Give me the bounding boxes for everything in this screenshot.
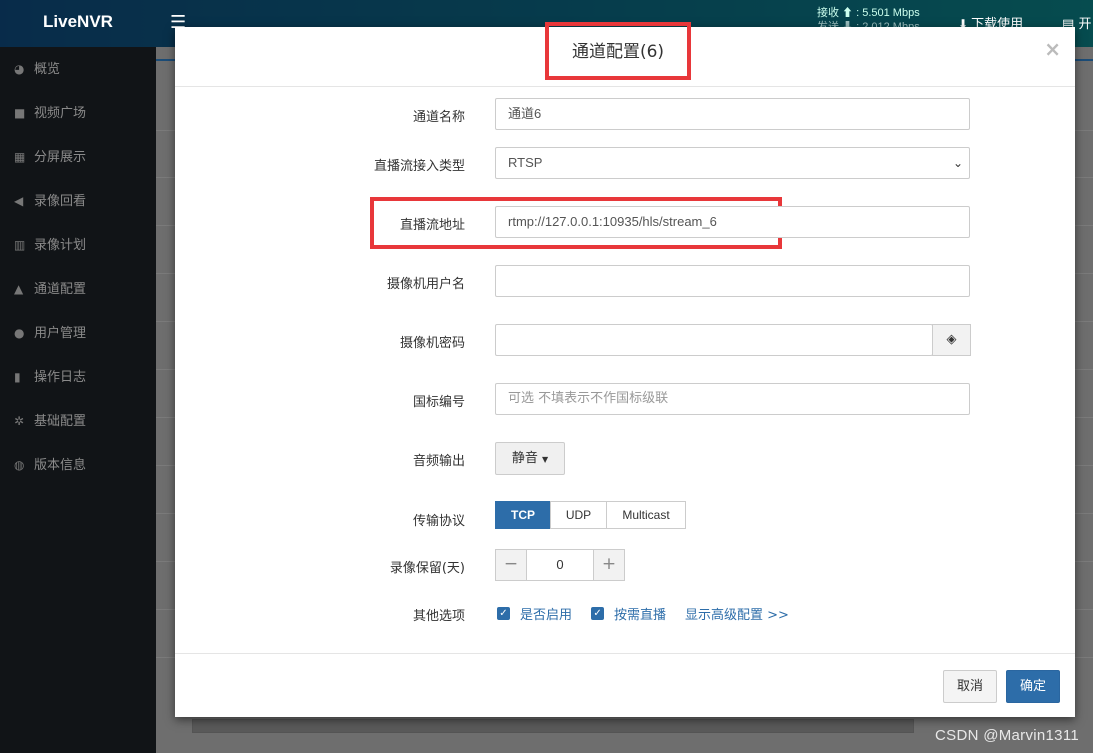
cancel-button[interactable]: 取消 [943, 670, 997, 703]
cogs-icon: ✲ [14, 414, 25, 428]
sidebar-item-user-management[interactable]: ● 用户管理 [0, 311, 156, 355]
stream-url-label: 直播流地址 [399, 218, 465, 233]
stream-type-select[interactable]: RTSP ⌄ [495, 147, 970, 179]
file-icon: ▮ [14, 370, 21, 384]
channel-name-input[interactable]: 通道6 [495, 98, 970, 130]
calendar-icon: ▥ [14, 238, 26, 252]
on-demand-checkbox[interactable]: ✓ [591, 606, 605, 620]
open-label: 开 [1078, 17, 1092, 32]
dashboard-icon: ◕ [14, 62, 25, 76]
transport-button-group: TCP UDP Multicast [495, 501, 686, 529]
sidebar-item-label: 用户管理 [34, 326, 87, 341]
other-options-group: ✓ 是否启用 ✓ 按需直播 显示高级配置 >> [497, 603, 789, 623]
sidebar-item-label: 录像回看 [34, 194, 87, 209]
close-icon[interactable]: × [1044, 37, 1061, 61]
eye-slash-icon[interactable]: ◈ [932, 324, 971, 356]
record-keep-stepper: − 0 + [495, 549, 625, 581]
record-keep-label: 录像保留(天) [389, 561, 465, 576]
show-advanced-link[interactable]: 显示高级配置 >> [685, 604, 789, 623]
caret-down-icon: ▼ [542, 455, 549, 464]
gb-code-input[interactable]: 可选 不填表示不作国标级联 [495, 383, 970, 415]
modal-footer: 取消 确定 [175, 653, 1075, 718]
enable-label[interactable]: 是否启用 [520, 604, 572, 623]
users-icon: ● [14, 326, 25, 340]
transport-udp-button[interactable]: UDP [550, 501, 607, 529]
stream-type-value: RTSP [508, 155, 543, 170]
channel-config-modal: 通道配置(6) × 通道名称 通道6 直播流接入类型 RTSP ⌄ 直播流地址 … [175, 22, 1075, 718]
sidebar-item-label: 操作日志 [34, 370, 87, 385]
sidebar-item-operation-log[interactable]: ▮ 操作日志 [0, 355, 156, 399]
sidebar-item-playback[interactable]: ◀ 录像回看 [0, 179, 156, 223]
modal-title: 通道配置(6) [545, 22, 691, 80]
video-camera-icon: ■ [14, 106, 26, 120]
modal-header: 通道配置(6) × [175, 22, 1075, 87]
grid-icon: ▦ [14, 150, 26, 164]
audio-output-dropdown[interactable]: 静音 ▼ [495, 442, 565, 475]
sidebar-item-channel-config[interactable]: ▲ 通道配置 [0, 267, 156, 311]
rewind-icon: ◀ [14, 194, 24, 208]
sidebar-item-label: 分屏展示 [34, 150, 87, 165]
sidebar-item-label: 版本信息 [34, 458, 87, 473]
sidebar-item-label: 视频广场 [34, 106, 87, 121]
sidebar-item-basic-config[interactable]: ✲ 基础配置 [0, 399, 156, 443]
road-icon: ▲ [14, 282, 24, 296]
camera-password-input[interactable] [495, 324, 933, 356]
sidebar-item-label: 概览 [34, 62, 61, 77]
sidebar-item-version-info[interactable]: ◍ 版本信息 [0, 443, 156, 487]
sidebar: ◕ 概览 ■ 视频广场 ▦ 分屏展示 ◀ 录像回看 ▥ 录像计划 ▲ 通道配置 ● 用户管理 … [0, 47, 156, 753]
audio-output-value: 静音 [511, 451, 538, 466]
sidebar-item-label: 录像计划 [34, 238, 87, 253]
stream-url-input[interactable]: rtmp://127.0.0.1:10935/hls/stream_6 [495, 206, 970, 238]
channel-name-label: 通道名称 [412, 110, 465, 125]
camera-username-input[interactable] [495, 265, 970, 297]
brand-logo[interactable]: LiveNVR [0, 0, 156, 47]
enable-checkbox[interactable]: ✓ [497, 606, 510, 620]
chevron-down-icon: ⌄ [952, 156, 963, 170]
on-demand-label[interactable]: 按需直播 [614, 604, 666, 623]
net-stats-receive: 接收 ⬆ : 5.501 Mbps [817, 7, 920, 19]
sidebar-item-video-square[interactable]: ■ 视频广场 [0, 91, 156, 135]
other-options-label: 其他选项 [412, 609, 465, 624]
transport-label: 传输协议 [412, 514, 465, 529]
transport-multicast-button[interactable]: Multicast [606, 501, 686, 529]
sidebar-item-record-plan[interactable]: ▥ 录像计划 [0, 223, 156, 267]
horizontal-scrollbar[interactable] [192, 719, 914, 733]
increment-button[interactable]: + [593, 549, 625, 581]
sidebar-item-split-screen[interactable]: ▦ 分屏展示 [0, 135, 156, 179]
record-keep-input[interactable]: 0 [527, 549, 593, 581]
confirm-button[interactable]: 确定 [1006, 670, 1060, 703]
sidebar-item-label: 基础配置 [34, 414, 87, 429]
sidebar-item-overview[interactable]: ◕ 概览 [0, 47, 156, 91]
gb-code-label: 国标编号 [412, 395, 465, 410]
decrement-button[interactable]: − [495, 549, 527, 581]
sidebar-item-label: 通道配置 [34, 282, 87, 297]
globe-icon: ◍ [14, 458, 25, 472]
camera-username-label: 摄像机用户名 [386, 277, 465, 292]
transport-tcp-button[interactable]: TCP [495, 501, 551, 529]
stream-type-label: 直播流接入类型 [373, 159, 465, 174]
audio-output-label: 音频输出 [412, 454, 465, 469]
watermark: CSDN @Marvin1311 [935, 727, 1079, 744]
camera-password-label: 摄像机密码 [399, 336, 465, 351]
